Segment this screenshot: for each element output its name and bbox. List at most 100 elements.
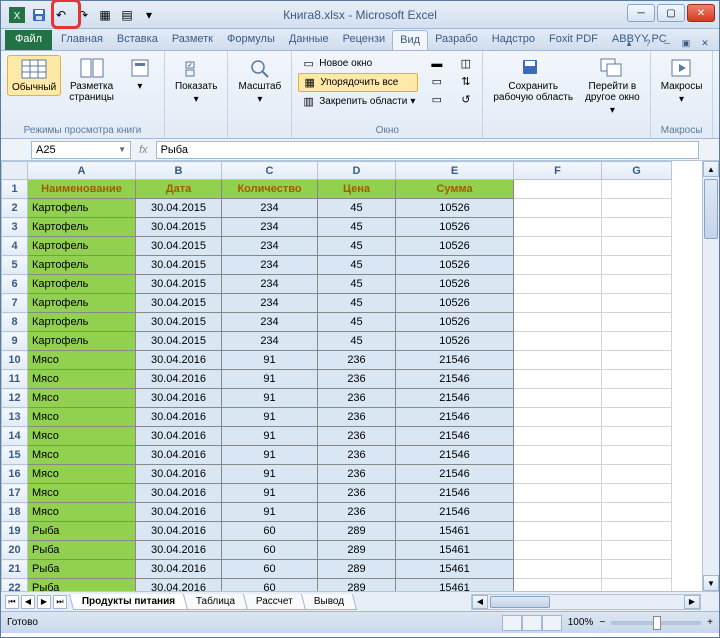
sync-scroll-button[interactable]: ⇅: [455, 73, 476, 90]
cell-date[interactable]: 30.04.2015: [136, 199, 222, 218]
cell[interactable]: [514, 389, 602, 408]
cell-name[interactable]: Картофель: [28, 237, 136, 256]
scroll-up-button[interactable]: ▲: [703, 161, 719, 177]
ribbon-tab[interactable]: Данные: [282, 30, 336, 50]
cell-date[interactable]: 30.04.2016: [136, 351, 222, 370]
zoom-out-button[interactable]: −: [599, 617, 605, 628]
zoom-button[interactable]: Масштаб▾: [234, 55, 285, 107]
cell[interactable]: [514, 446, 602, 465]
cell[interactable]: [602, 180, 672, 199]
cell-sum[interactable]: 10526: [396, 294, 514, 313]
cell-name[interactable]: Мясо: [28, 408, 136, 427]
cell-price[interactable]: 236: [318, 503, 396, 522]
table-header-cell[interactable]: Дата: [136, 180, 222, 199]
cell-price[interactable]: 236: [318, 408, 396, 427]
cell-name[interactable]: Картофель: [28, 294, 136, 313]
cell-date[interactable]: 30.04.2015: [136, 332, 222, 351]
cell[interactable]: [602, 408, 672, 427]
cell[interactable]: [602, 541, 672, 560]
sheet-nav-last[interactable]: ⏭: [53, 595, 67, 609]
qat-item-2[interactable]: ▤: [117, 5, 137, 25]
cell-sum[interactable]: 21546: [396, 427, 514, 446]
cell-qty[interactable]: 91: [222, 446, 318, 465]
cell[interactable]: [602, 237, 672, 256]
horizontal-scrollbar[interactable]: ◀ ▶: [471, 594, 701, 610]
cell-date[interactable]: 30.04.2015: [136, 294, 222, 313]
cell[interactable]: [514, 313, 602, 332]
row-header[interactable]: 12: [2, 389, 28, 408]
cell-price[interactable]: 45: [318, 218, 396, 237]
cell-date[interactable]: 30.04.2016: [136, 465, 222, 484]
cell-sum[interactable]: 10526: [396, 256, 514, 275]
table-header-cell[interactable]: Количество: [222, 180, 318, 199]
cell-sum[interactable]: 10526: [396, 275, 514, 294]
sheet-grid-scroll[interactable]: ABCDEFG1НаименованиеДатаКоличествоЦенаСу…: [1, 161, 702, 591]
cell[interactable]: [514, 218, 602, 237]
unhide-button[interactable]: ▭: [426, 91, 447, 108]
cell-name[interactable]: Мясо: [28, 465, 136, 484]
cell[interactable]: [602, 522, 672, 541]
cell[interactable]: [514, 503, 602, 522]
ribbon-tab[interactable]: Вставка: [110, 30, 165, 50]
cell-name[interactable]: Картофель: [28, 218, 136, 237]
ribbon-tab[interactable]: Разметк: [165, 30, 220, 50]
vertical-scroll-thumb[interactable]: [704, 179, 718, 239]
cell[interactable]: [514, 351, 602, 370]
spreadsheet-grid[interactable]: ABCDEFG1НаименованиеДатаКоличествоЦенаСу…: [1, 161, 672, 591]
cell-qty[interactable]: 91: [222, 427, 318, 446]
cell[interactable]: [602, 503, 672, 522]
cell-name[interactable]: Мясо: [28, 351, 136, 370]
cell-price[interactable]: 45: [318, 256, 396, 275]
cell-name[interactable]: Рыба: [28, 579, 136, 592]
cell-sum[interactable]: 15461: [396, 541, 514, 560]
cell[interactable]: [514, 522, 602, 541]
cell-price[interactable]: 45: [318, 294, 396, 313]
cell[interactable]: [514, 180, 602, 199]
excel-icon[interactable]: X: [7, 5, 27, 25]
cell[interactable]: [602, 351, 672, 370]
cell[interactable]: [602, 446, 672, 465]
hide-button[interactable]: ▭: [426, 73, 447, 90]
cell[interactable]: [514, 332, 602, 351]
cell-date[interactable]: 30.04.2016: [136, 484, 222, 503]
cell-date[interactable]: 30.04.2016: [136, 389, 222, 408]
column-header[interactable]: E: [396, 162, 514, 180]
cell[interactable]: [602, 218, 672, 237]
row-header[interactable]: 8: [2, 313, 28, 332]
split-button[interactable]: ▬: [426, 55, 447, 72]
cell-price[interactable]: 236: [318, 465, 396, 484]
normal-view-button[interactable]: Обычный: [7, 55, 61, 96]
cell[interactable]: [514, 237, 602, 256]
cell[interactable]: [602, 389, 672, 408]
qat-item-1[interactable]: ▦: [95, 5, 115, 25]
cell[interactable]: [514, 541, 602, 560]
cell-qty[interactable]: 60: [222, 541, 318, 560]
cell-sum[interactable]: 21546: [396, 484, 514, 503]
cell[interactable]: [602, 465, 672, 484]
freeze-panes-button[interactable]: ▥Закрепить области ▾: [298, 93, 418, 110]
page-layout-button[interactable]: Разметка страницы: [65, 55, 118, 105]
row-header[interactable]: 13: [2, 408, 28, 427]
cell[interactable]: [602, 294, 672, 313]
redo-icon[interactable]: ↷: [73, 5, 93, 25]
row-header[interactable]: 16: [2, 465, 28, 484]
cell[interactable]: [514, 560, 602, 579]
ribbon-tab[interactable]: Надстро: [485, 30, 542, 50]
cell[interactable]: [602, 199, 672, 218]
cell-date[interactable]: 30.04.2015: [136, 237, 222, 256]
cell-qty[interactable]: 91: [222, 351, 318, 370]
cell-name[interactable]: Мясо: [28, 389, 136, 408]
column-header[interactable]: F: [514, 162, 602, 180]
cell-price[interactable]: 236: [318, 370, 396, 389]
cell-name[interactable]: Картофель: [28, 199, 136, 218]
cell-qty[interactable]: 91: [222, 484, 318, 503]
cell[interactable]: [602, 484, 672, 503]
zoom-slider[interactable]: [611, 621, 701, 625]
ribbon-tab[interactable]: Формулы: [220, 30, 282, 50]
cell-date[interactable]: 30.04.2016: [136, 446, 222, 465]
cell[interactable]: [514, 294, 602, 313]
cell-date[interactable]: 30.04.2016: [136, 541, 222, 560]
cell-date[interactable]: 30.04.2016: [136, 503, 222, 522]
show-button[interactable]: ✓ Показать▾: [171, 55, 222, 107]
file-tab[interactable]: Файл: [5, 30, 52, 50]
